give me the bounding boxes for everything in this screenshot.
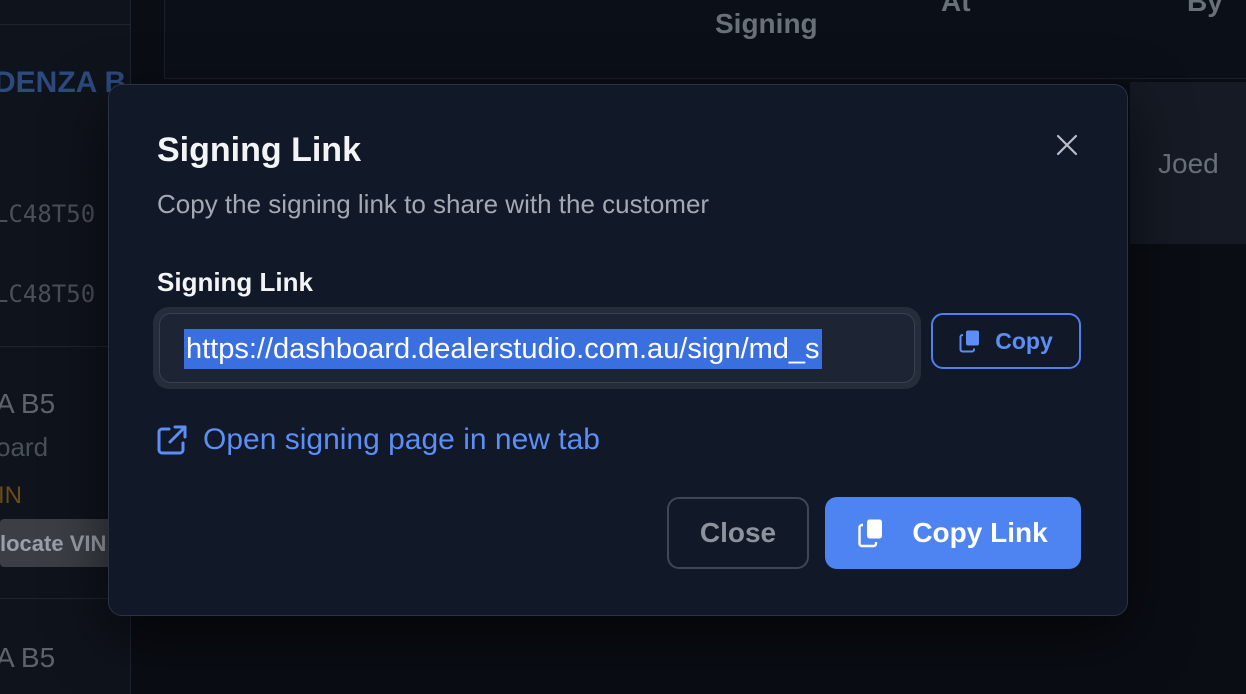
bg-vehicle-model: A B5 — [0, 642, 56, 673]
sidebar-divider — [0, 24, 130, 25]
bg-vehicle-sub: oard — [0, 432, 49, 462]
signing-link-input[interactable]: https://dashboard.dealerstudio.com.au/si… — [159, 313, 915, 383]
page: DENZA B LC48T50 LC48T50 A B5 oard IN loc… — [0, 0, 1246, 694]
background-table-row: Joed — [1130, 82, 1246, 244]
copy-button-label: Copy — [995, 327, 1053, 354]
copy-icon — [858, 518, 884, 548]
close-icon[interactable] — [1053, 131, 1081, 159]
column-header-signing: Signing — [715, 8, 818, 39]
background-table-header: Signing At By — [164, 0, 1246, 79]
column-header-by: By — [1187, 0, 1223, 17]
bg-badge-label: locate VIN — [0, 531, 107, 556]
modal-description: Copy the signing link to share with the … — [157, 189, 710, 219]
external-link-icon — [155, 423, 189, 457]
copy-link-button[interactable]: Copy Link — [825, 497, 1081, 569]
column-header-at: At — [941, 0, 971, 17]
signing-link-value: https://dashboard.dealerstudio.com.au/si… — [184, 329, 822, 369]
signing-link-focus-ring: https://dashboard.dealerstudio.com.au/si… — [153, 307, 921, 389]
signing-link-modal: Signing Link Copy the signing link to sh… — [108, 84, 1128, 616]
signing-link-label: Signing Link — [157, 267, 313, 297]
bg-warning-text: IN — [0, 482, 22, 509]
copy-icon — [959, 329, 981, 353]
open-signing-page-link[interactable]: Open signing page in new tab — [155, 423, 600, 457]
bg-locate-vin-badge: locate VIN — [0, 519, 118, 567]
copy-button[interactable]: Copy — [931, 313, 1081, 369]
modal-title: Signing Link — [157, 131, 361, 169]
close-button-label: Close — [699, 517, 777, 548]
copy-link-button-label: Copy Link — [912, 517, 1048, 548]
bg-vehicle-model: A B5 — [0, 388, 56, 419]
close-button[interactable]: Close — [667, 497, 809, 569]
row-by-value: Joed — [1158, 148, 1219, 179]
bg-vin: LC48T50 — [0, 280, 96, 308]
bg-vin: LC48T50 — [0, 200, 96, 228]
open-link-label: Open signing page in new tab — [203, 423, 600, 456]
